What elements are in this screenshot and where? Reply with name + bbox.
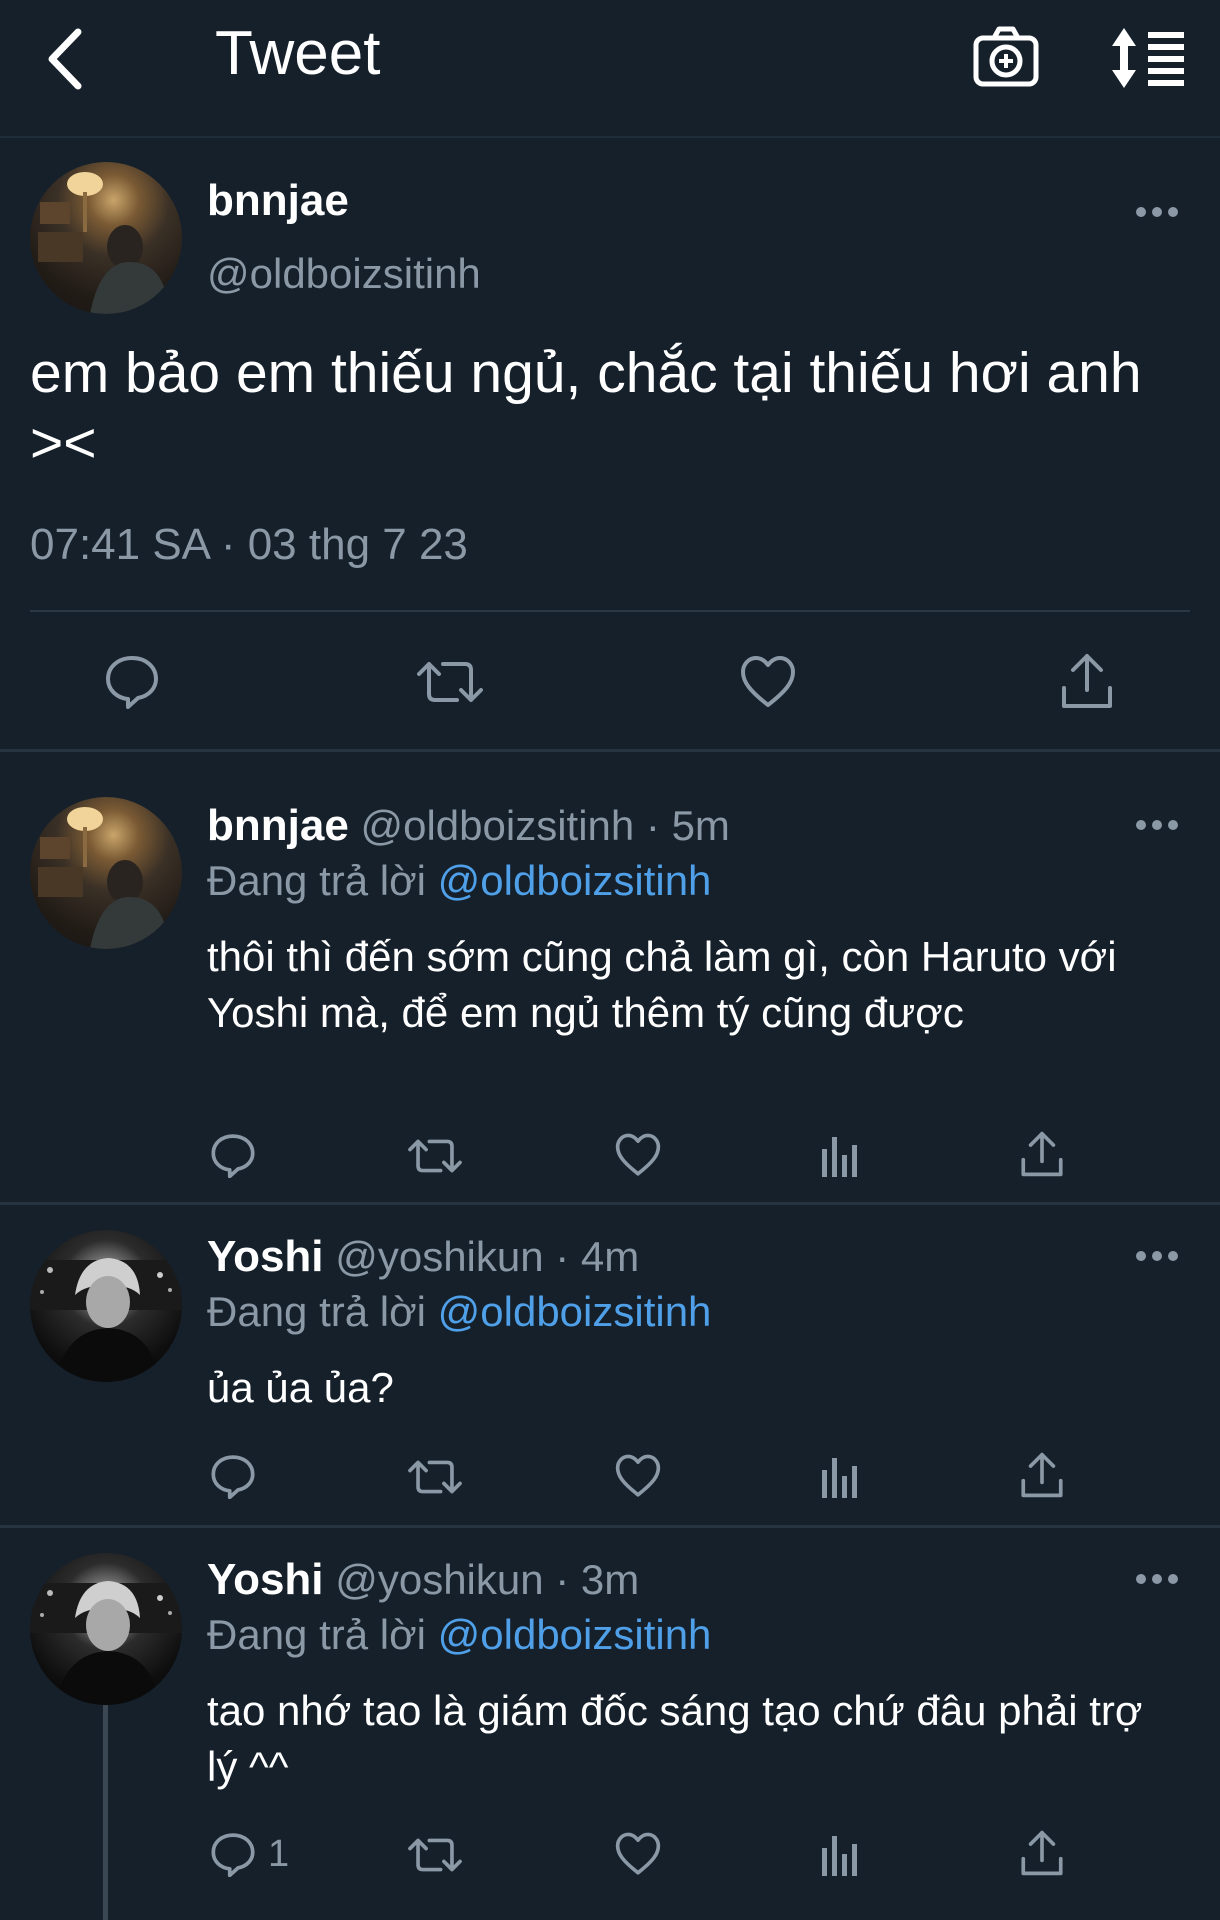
back-button[interactable] (40, 24, 100, 94)
avatar[interactable] (30, 1553, 182, 1705)
more-horizontal-icon (1136, 207, 1178, 217)
author-meta: @yoshikun · 3m (335, 1556, 640, 1603)
retweet-button[interactable] (408, 1834, 462, 1876)
more-horizontal-icon (1136, 820, 1178, 830)
author-handle[interactable]: @oldboizsitinh (207, 250, 481, 298)
reply-button[interactable] (210, 1132, 256, 1178)
comment-icon (106, 656, 158, 709)
like-button[interactable] (615, 1832, 661, 1876)
avatar[interactable] (30, 162, 182, 314)
retweet-button[interactable] (408, 1135, 462, 1177)
reply-button[interactable] (104, 653, 160, 709)
replying-to: Đang trả lời @oldboizsitinh (207, 857, 711, 905)
author-meta: @oldboizsitinh · 5m (360, 802, 730, 849)
heart-icon (615, 1832, 661, 1875)
analytics-icon (822, 1836, 857, 1876)
replying-prefix: Đang trả lời (207, 1611, 426, 1658)
reply-button[interactable] (210, 1831, 256, 1877)
retweet-icon (408, 1460, 462, 1494)
avatar-photo (38, 172, 170, 314)
like-button[interactable] (740, 655, 796, 709)
top-bar: Tweet (0, 0, 1220, 138)
replying-to-link[interactable]: @oldboizsitinh (438, 1611, 712, 1658)
more-horizontal-icon (1136, 1251, 1178, 1261)
retweet-button[interactable] (417, 656, 483, 708)
sort-list-icon (1112, 28, 1184, 88)
thread-line (103, 1703, 108, 1920)
retweet-icon (417, 662, 483, 702)
retweet-icon (408, 1838, 462, 1872)
author-name[interactable]: bnnjae (207, 176, 349, 226)
author-name[interactable]: Yoshi (207, 1555, 324, 1604)
retweet-button[interactable] (408, 1456, 462, 1498)
reply-text: thôi thì đến sớm cũng chả làm gì, còn Ha… (207, 933, 1117, 1036)
reply-text: ủa ủa ủa? (207, 1364, 394, 1411)
chevron-left-icon (48, 28, 82, 90)
replying-to: Đang trả lời @oldboizsitinh (207, 1611, 711, 1659)
author-name[interactable]: bnnjae (207, 801, 349, 850)
share-icon (1021, 1452, 1063, 1498)
replying-to-link[interactable]: @oldboizsitinh (438, 1288, 712, 1335)
like-button[interactable] (615, 1133, 661, 1177)
avatar-photo (38, 807, 170, 949)
share-button[interactable] (1060, 652, 1114, 710)
analytics-button[interactable] (820, 1133, 860, 1177)
more-options-button[interactable] (1134, 815, 1180, 835)
reply-header: Yoshi @yoshikun · 4m (207, 1232, 639, 1282)
divider (30, 610, 1190, 612)
comment-icon (211, 1134, 255, 1178)
replying-prefix: Đang trả lời (207, 1288, 426, 1335)
more-options-button[interactable] (1134, 202, 1180, 222)
analytics-icon (822, 1137, 857, 1177)
share-icon (1021, 1830, 1063, 1876)
main-tweet: bnnjae @oldboizsitinh em bảo em thiếu ng… (0, 140, 1220, 752)
analytics-button[interactable] (820, 1454, 860, 1498)
reply-header: bnnjae @oldboizsitinh · 5m (207, 801, 730, 851)
reply-button[interactable] (210, 1453, 256, 1499)
share-button[interactable] (1020, 1130, 1064, 1178)
replying-to-link[interactable]: @oldboizsitinh (438, 857, 712, 904)
like-button[interactable] (615, 1454, 661, 1498)
tweet-timestamp: 07:41 SA · 03 thg 7 23 (30, 520, 468, 569)
share-button[interactable] (1020, 1451, 1064, 1499)
replying-prefix: Đang trả lời (207, 857, 426, 904)
camera-add-icon (973, 26, 1039, 87)
analytics-button[interactable] (820, 1832, 860, 1876)
heart-icon (615, 1454, 661, 1497)
more-options-button[interactable] (1134, 1569, 1180, 1589)
author-meta: @yoshikun · 4m (335, 1233, 640, 1280)
analytics-icon (822, 1458, 857, 1498)
reply-text: tao nhớ tao là giám đốc sáng tạo chứ đâu… (207, 1687, 1143, 1790)
share-icon (1021, 1131, 1063, 1177)
page-title: Tweet (215, 19, 381, 88)
reply-header: Yoshi @yoshikun · 3m (207, 1555, 639, 1605)
sort-button[interactable] (1110, 24, 1190, 92)
author-name[interactable]: Yoshi (207, 1232, 324, 1281)
avatar[interactable] (30, 797, 182, 949)
reply-tweet[interactable]: bnnjae @oldboizsitinh · 5m Đang trả lời … (0, 755, 1220, 1205)
tweet-text: em bảo em thiếu ngủ, chắc tại thiếu hơi … (30, 341, 1142, 475)
share-icon (1062, 654, 1112, 708)
reply-count: 1 (268, 1833, 290, 1875)
heart-icon (741, 656, 795, 707)
retweet-icon (408, 1139, 462, 1173)
comment-icon (211, 1455, 255, 1499)
share-button[interactable] (1020, 1829, 1064, 1877)
comment-icon (211, 1833, 255, 1877)
camera-button[interactable] (970, 22, 1042, 92)
avatar-photo (30, 1258, 182, 1382)
reply-tweet[interactable]: Yoshi @yoshikun · 4m Đang trả lời @oldbo… (0, 1208, 1220, 1528)
heart-icon (615, 1133, 661, 1176)
reply-tweet[interactable]: Yoshi @yoshikun · 3m Đang trả lời @oldbo… (0, 1531, 1220, 1920)
more-options-button[interactable] (1134, 1246, 1180, 1266)
more-horizontal-icon (1136, 1574, 1178, 1584)
replying-to: Đang trả lời @oldboizsitinh (207, 1288, 711, 1336)
avatar-photo (30, 1581, 182, 1705)
avatar[interactable] (30, 1230, 182, 1382)
